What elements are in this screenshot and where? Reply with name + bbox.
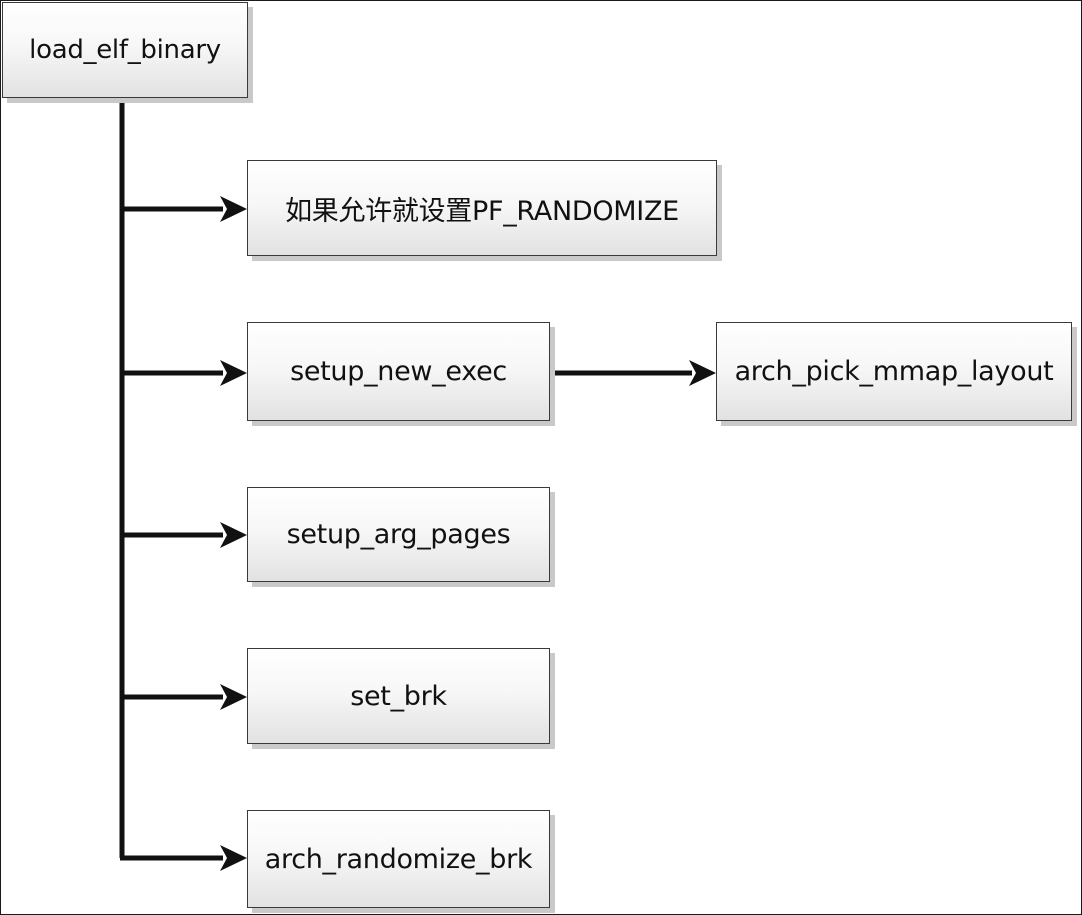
connector-lines bbox=[119, 98, 716, 871]
arrowhead-arch-pick-mmap-layout bbox=[689, 360, 716, 386]
node-label: 如果允许就设置PF_RANDOMIZE bbox=[285, 195, 679, 227]
node-load-elf-binary: load_elf_binary bbox=[2, 2, 248, 98]
node-set-pf-randomize: 如果允许就设置PF_RANDOMIZE bbox=[247, 160, 717, 256]
arrowhead-randomize bbox=[220, 196, 247, 222]
arrowhead-arch-randomize-brk bbox=[220, 845, 247, 871]
arrowhead-setup-arg-pages bbox=[220, 522, 247, 548]
node-label: arch_randomize_brk bbox=[264, 843, 533, 875]
node-arch-randomize-brk: arch_randomize_brk bbox=[247, 810, 550, 908]
node-arch-pick-mmap-layout: arch_pick_mmap_layout bbox=[716, 322, 1072, 421]
node-label: arch_pick_mmap_layout bbox=[734, 356, 1054, 387]
node-label: load_elf_binary bbox=[29, 35, 221, 65]
arrowhead-set-brk bbox=[220, 684, 247, 710]
node-label: setup_arg_pages bbox=[286, 519, 511, 550]
node-set-brk: set_brk bbox=[247, 648, 550, 744]
node-setup-arg-pages: setup_arg_pages bbox=[247, 487, 550, 582]
node-label: setup_new_exec bbox=[290, 356, 507, 387]
node-setup-new-exec: setup_new_exec bbox=[247, 322, 550, 421]
arrowhead-setup-new-exec bbox=[220, 360, 247, 386]
node-label: set_brk bbox=[350, 680, 447, 712]
